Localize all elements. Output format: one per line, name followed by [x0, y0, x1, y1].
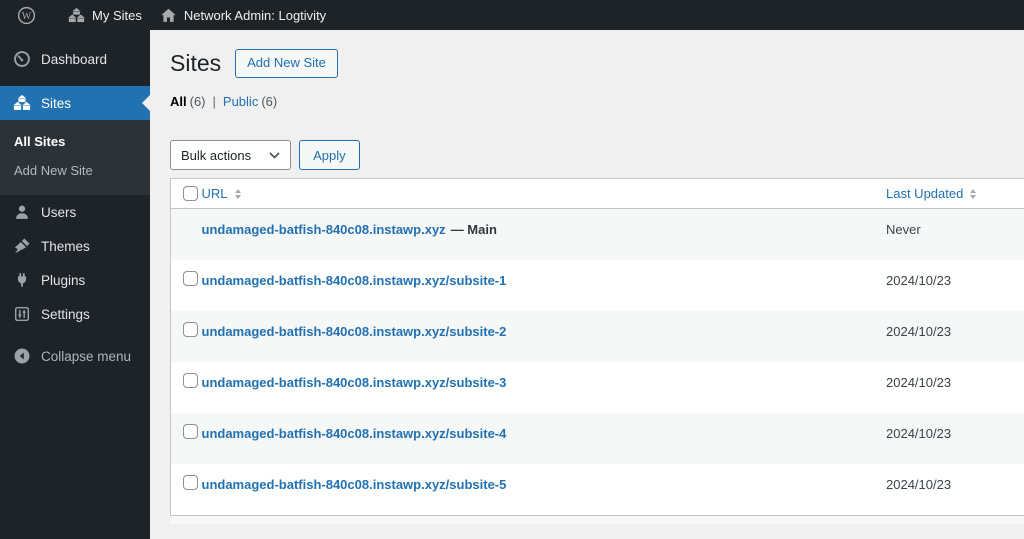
table-row: undamaged-batfish-840c08.instawp.xyz/sub…	[171, 260, 1024, 311]
site-url-link[interactable]: undamaged-batfish-840c08.instawp.xyz/sub…	[202, 426, 507, 441]
sidebar-item-dashboard[interactable]: Dashboard	[0, 42, 150, 76]
last-updated-value: 2024/10/23	[886, 477, 952, 492]
bulk-actions-select[interactable]: Bulk actions	[170, 140, 292, 170]
table-header: URL Last Updated	[170, 178, 1024, 209]
site-url-link[interactable]: undamaged-batfish-840c08.instawp.xyz/sub…	[202, 324, 507, 339]
filter-all-label: All	[170, 94, 187, 109]
column-header-url[interactable]: URL	[202, 186, 241, 201]
sort-arrows-icon	[970, 188, 977, 199]
user-icon	[13, 203, 31, 221]
table-toolbar: Bulk actions Apply	[170, 140, 1024, 170]
sidebar-item-label: Dashboard	[41, 51, 108, 67]
row-checkbox[interactable]	[183, 271, 198, 286]
row-checkbox[interactable]	[183, 475, 198, 490]
sidebar-item-themes[interactable]: Themes	[0, 229, 150, 263]
wp-logo-menu[interactable]: W	[8, 0, 45, 30]
chevron-down-icon	[269, 151, 280, 159]
page-title: Sites	[170, 50, 222, 76]
admin-sidebar: Dashboard Sites All Sites Add New Site U…	[0, 30, 150, 539]
last-updated-value: 2024/10/23	[886, 426, 952, 441]
sliders-icon	[13, 305, 31, 323]
column-url-label: URL	[201, 186, 228, 201]
site-url-link[interactable]: undamaged-batfish-840c08.instawp.xyz/sub…	[202, 375, 507, 390]
home-icon	[160, 7, 177, 24]
site-url-link[interactable]: undamaged-batfish-840c08.instawp.xyz/sub…	[202, 477, 507, 492]
table-row: undamaged-batfish-840c08.instawp.xyz/sub…	[171, 362, 1024, 413]
filter-public[interactable]: Public (6)	[223, 94, 277, 109]
sites-houses-icon	[13, 94, 31, 112]
collapse-arrow-icon	[13, 347, 31, 365]
table-body: undamaged-batfish-840c08.instawp.xyz — Ma…	[170, 208, 1024, 516]
select-all-checkbox[interactable]	[183, 186, 198, 201]
table-row: undamaged-batfish-840c08.instawp.xyz/sub…	[171, 464, 1024, 516]
paintbrush-icon	[13, 237, 31, 255]
table-footer-partial-row	[170, 516, 1024, 524]
site-url-link[interactable]: undamaged-batfish-840c08.instawp.xyz/sub…	[202, 273, 507, 288]
sites-submenu: All Sites Add New Site	[0, 120, 150, 195]
table-row: undamaged-batfish-840c08.instawp.xyz/sub…	[170, 311, 1024, 362]
my-sites-label: My Sites	[92, 7, 142, 23]
bulk-actions-value: Bulk actions	[181, 147, 252, 163]
table-row: undamaged-batfish-840c08.instawp.xyz/sub…	[170, 413, 1024, 464]
sidebar-item-label: Themes	[41, 238, 90, 254]
page-header: Sites Add New Site	[170, 49, 1024, 78]
sort-arrows-icon	[234, 188, 241, 199]
last-updated-value: Never	[886, 222, 921, 237]
column-header-last-updated[interactable]: Last Updated	[886, 186, 977, 201]
checkbox-cell-empty	[171, 209, 199, 261]
submenu-item-all-sites[interactable]: All Sites	[0, 127, 150, 156]
row-checkbox[interactable]	[183, 373, 198, 388]
filter-all[interactable]: All (6)	[170, 94, 206, 109]
filter-links: All (6) | Public (6)	[170, 94, 1024, 112]
filter-public-label: Public	[222, 94, 259, 109]
my-sites-menu[interactable]: My Sites	[59, 0, 151, 30]
plug-icon	[13, 271, 31, 289]
last-updated-value: 2024/10/23	[886, 273, 952, 288]
sidebar-item-label: Settings	[41, 306, 90, 322]
add-new-site-button[interactable]: Add New Site	[235, 49, 338, 78]
column-last-updated-label: Last Updated	[886, 186, 964, 201]
sidebar-item-label: Plugins	[41, 272, 86, 288]
last-updated-value: 2024/10/23	[886, 375, 952, 390]
last-updated-value: 2024/10/23	[886, 324, 952, 339]
filter-separator: |	[212, 94, 216, 109]
sidebar-item-label: Collapse menu	[41, 348, 132, 364]
network-admin-label: Network Admin: Logtivity	[183, 7, 327, 23]
dashboard-gauge-icon	[13, 50, 31, 68]
sidebar-item-collapse-menu[interactable]: Collapse menu	[0, 339, 150, 373]
sidebar-item-label: Sites	[41, 95, 72, 111]
sidebar-item-label: Users	[41, 204, 77, 220]
site-state-label: — Main	[450, 222, 497, 237]
site-url-link[interactable]: undamaged-batfish-840c08.instawp.xyz	[202, 222, 446, 237]
wordpress-logo-icon: W	[17, 6, 36, 25]
submenu-item-add-new-site[interactable]: Add New Site	[0, 156, 150, 185]
multisite-houses-icon	[68, 7, 85, 24]
sites-table: URL Last Updated undamaged-batfish-840c0…	[170, 178, 1024, 516]
table-row-main-site: undamaged-batfish-840c08.instawp.xyz — Ma…	[170, 208, 1024, 261]
sidebar-item-sites[interactable]: Sites	[0, 86, 150, 120]
sidebar-item-settings[interactable]: Settings	[0, 297, 150, 331]
sidebar-item-plugins[interactable]: Plugins	[0, 263, 150, 297]
filter-public-count: (6)	[261, 94, 278, 109]
row-checkbox[interactable]	[183, 424, 198, 439]
main-content: Sites Add New Site All (6) | Public (6) Bu…	[150, 30, 1024, 539]
svg-text:W: W	[22, 10, 32, 21]
network-admin-menu[interactable]: Network Admin: Logtivity	[151, 0, 335, 30]
sidebar-item-users[interactable]: Users	[0, 195, 150, 229]
filter-all-count: (6)	[189, 94, 206, 109]
apply-button[interactable]: Apply	[299, 140, 360, 170]
row-checkbox[interactable]	[183, 322, 198, 337]
admin-bar: W My Sites Network Admin: Logtivity	[0, 0, 1024, 30]
